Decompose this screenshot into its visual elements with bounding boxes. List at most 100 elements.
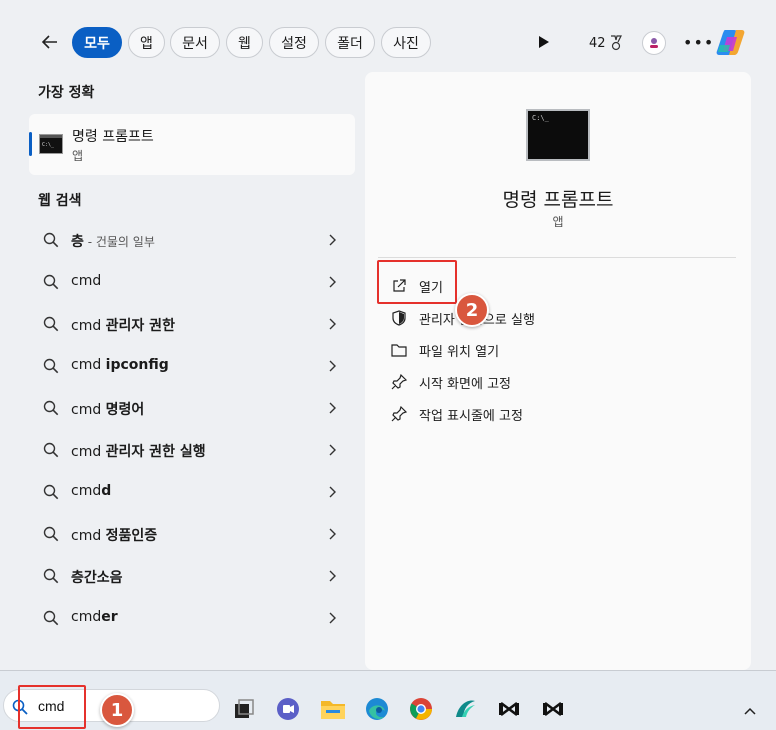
filter-chip-apps[interactable]: 앱 (128, 27, 165, 58)
chevron-right-icon (329, 402, 336, 414)
arrow-left-icon (41, 35, 57, 49)
edge-browser-icon (366, 698, 388, 720)
chevron-right-icon (329, 360, 336, 372)
search-icon (43, 400, 59, 416)
edge-button[interactable] (364, 696, 390, 722)
action-pin-to-taskbar[interactable]: 작업 표시줄에 고정 (391, 402, 523, 426)
best-match-type: 앱 (72, 149, 84, 163)
best-match-item[interactable]: C:\_ 명령 프롬프트 앱 (29, 114, 355, 175)
points-value: 42 (589, 35, 606, 51)
filter-chip-folders[interactable]: 폴더 (325, 27, 375, 58)
more-options-button[interactable]: ••• (683, 33, 714, 52)
show-hidden-icons-button[interactable] (743, 701, 757, 720)
play-button[interactable] (536, 34, 550, 53)
chevron-right-icon (329, 570, 336, 582)
command-prompt-icon: C:\_ (39, 134, 63, 158)
result-query: cmd (71, 483, 102, 499)
capcut-icon (543, 701, 563, 717)
divider (378, 257, 736, 258)
copilot-button[interactable] (715, 27, 747, 61)
result-text: cmd (71, 273, 101, 289)
filter-chip-documents[interactable]: 문서 (170, 27, 220, 58)
result-text: cmd 관리자 권한 (71, 315, 175, 335)
svg-text:C:\_: C:\_ (42, 142, 55, 148)
step-badge-1: 1 (100, 693, 134, 727)
filter-chip-web[interactable]: 웹 (226, 27, 263, 58)
result-hint: - 건물의 일부 (83, 235, 155, 249)
web-search-result[interactable]: cmder (29, 599, 355, 637)
result-suggestion: ipconfig (105, 357, 169, 373)
avatar[interactable] (642, 31, 666, 55)
action-open-file-location[interactable]: 파일 위치 열기 (391, 338, 499, 362)
app-button[interactable] (452, 696, 478, 722)
web-search-result[interactable]: cmd (29, 263, 355, 301)
search-icon (43, 568, 59, 584)
result-text: cmd 명령어 (71, 399, 144, 419)
chevron-right-icon (329, 612, 336, 624)
result-suggestion: d (101, 483, 112, 499)
highlight-box-search (18, 685, 86, 729)
action-open-file-location-label: 파일 위치 열기 (419, 344, 500, 360)
result-suggestion: 층간소음 (71, 570, 123, 586)
web-search-result[interactable]: cmdd (29, 473, 355, 511)
taskbar: 1 (0, 671, 776, 730)
action-pin-to-start-label: 시작 화면에 고정 (419, 376, 511, 392)
rewards-points[interactable]: 42 (589, 35, 623, 51)
result-query: cmd (71, 273, 102, 289)
result-text: 층간소음 (71, 567, 123, 587)
file-explorer-button[interactable] (320, 696, 346, 722)
filter-chip-all[interactable]: 모두 (72, 27, 122, 58)
app-preview-pane: C:\_ 명령 프롬프트 앱 열기 관리자 권한으로 실행 파일 위치 열기 시… (365, 72, 751, 670)
step-badge-2: 2 (455, 293, 489, 327)
search-icon (43, 610, 59, 626)
chevron-up-icon (744, 707, 756, 715)
pin-icon (391, 374, 407, 390)
result-text: cmder (71, 609, 118, 625)
search-icon (43, 526, 59, 542)
web-search-result[interactable]: cmd 관리자 권한 실행 (29, 431, 355, 469)
search-icon (43, 358, 59, 374)
action-pin-to-start[interactable]: 시작 화면에 고정 (391, 370, 511, 394)
chevron-right-icon (329, 486, 336, 498)
web-search-result[interactable]: cmd 명령어 (29, 389, 355, 427)
chevron-right-icon (329, 276, 336, 288)
web-search-result[interactable]: 층 - 건물의 일부 (29, 221, 355, 259)
web-search-result[interactable]: cmd 관리자 권한 (29, 305, 355, 343)
capcut-icon (499, 701, 519, 717)
back-button[interactable] (36, 28, 64, 56)
result-query: cmd (71, 318, 106, 334)
swoosh-app-icon (456, 700, 475, 717)
search-icon (43, 484, 59, 500)
result-query: cmd (71, 444, 106, 460)
medal-icon (610, 35, 622, 51)
filter-chip-photos[interactable]: 사진 (381, 27, 431, 58)
chrome-browser-icon (410, 698, 432, 720)
task-view-button[interactable] (231, 696, 257, 722)
chevron-right-icon (329, 444, 336, 456)
result-query: cmd (71, 528, 106, 544)
result-query: cmd (71, 609, 102, 625)
filter-chip-settings[interactable]: 설정 (269, 27, 319, 58)
result-suggestion: 관리자 권한 실행 (105, 444, 206, 460)
result-text: cmd ipconfig (71, 357, 169, 373)
result-suggestion: 명령어 (105, 402, 145, 418)
web-search-result[interactable]: cmd 정품인증 (29, 515, 355, 553)
preview-title: 명령 프롬프트 (502, 189, 614, 211)
preview-type: 앱 (552, 215, 564, 229)
selection-indicator (29, 132, 32, 156)
web-search-result[interactable]: 층간소음 (29, 557, 355, 595)
folder-icon (321, 701, 345, 719)
task-view-icon (235, 699, 254, 718)
capcut-button[interactable] (496, 696, 522, 722)
chrome-button[interactable] (408, 696, 434, 722)
profile-icon (650, 38, 658, 48)
capcut-button-2[interactable] (540, 696, 566, 722)
start-search-panel: 모두 앱 문서 웹 설정 폴더 사진 42 ••• 가장 정확 C:\_ 명령 … (0, 0, 776, 671)
result-query: cmd (71, 357, 106, 373)
search-icon (43, 232, 59, 248)
chevron-right-icon (329, 528, 336, 540)
result-suggestion: 관리자 권한 (105, 318, 175, 334)
teams-button[interactable] (275, 696, 301, 722)
web-search-result[interactable]: cmd ipconfig (29, 347, 355, 385)
pin-icon (391, 406, 407, 422)
